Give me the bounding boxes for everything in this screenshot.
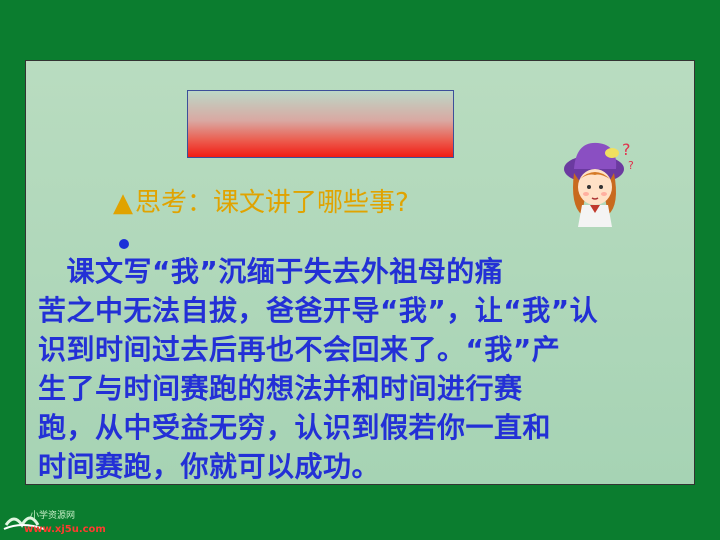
body-line: 跑，从中受益无穷，认识到假若你一直和: [38, 411, 552, 444]
svg-text:?: ?: [628, 159, 634, 172]
title-placeholder-box: [187, 90, 454, 158]
question-heading: ▲思考：课文讲了哪些事?: [113, 185, 409, 221]
bullet-dot-icon: [119, 239, 129, 249]
logo-url: www.xj5u.com: [24, 524, 106, 535]
body-paragraph: 课文写“我”沉缅于失去外祖母的痛 苦之中无法自拔，爸爸开导“我”，让“我”认 识…: [38, 252, 718, 486]
body-line: 生了与时间赛跑的想法并和时间进行赛: [38, 372, 523, 405]
question-text: 思考：课文讲了哪些事?: [135, 188, 409, 218]
triangle-bullet-icon: ▲: [113, 188, 133, 218]
body-line: 时间赛跑，你就可以成功。: [38, 450, 381, 483]
body-line: 苦之中无法自拔，爸爸开导“我”，让“我”认: [38, 294, 599, 327]
logo-site-name: 小学资源网: [30, 511, 76, 521]
body-line: 课文写“我”沉缅于失去外祖母的痛: [38, 255, 504, 288]
thinking-girl-icon: ? ?: [564, 140, 634, 227]
body-line: 识到时间过去后再也不会回来了。“我”产: [38, 333, 561, 366]
svg-text:?: ?: [622, 140, 631, 159]
